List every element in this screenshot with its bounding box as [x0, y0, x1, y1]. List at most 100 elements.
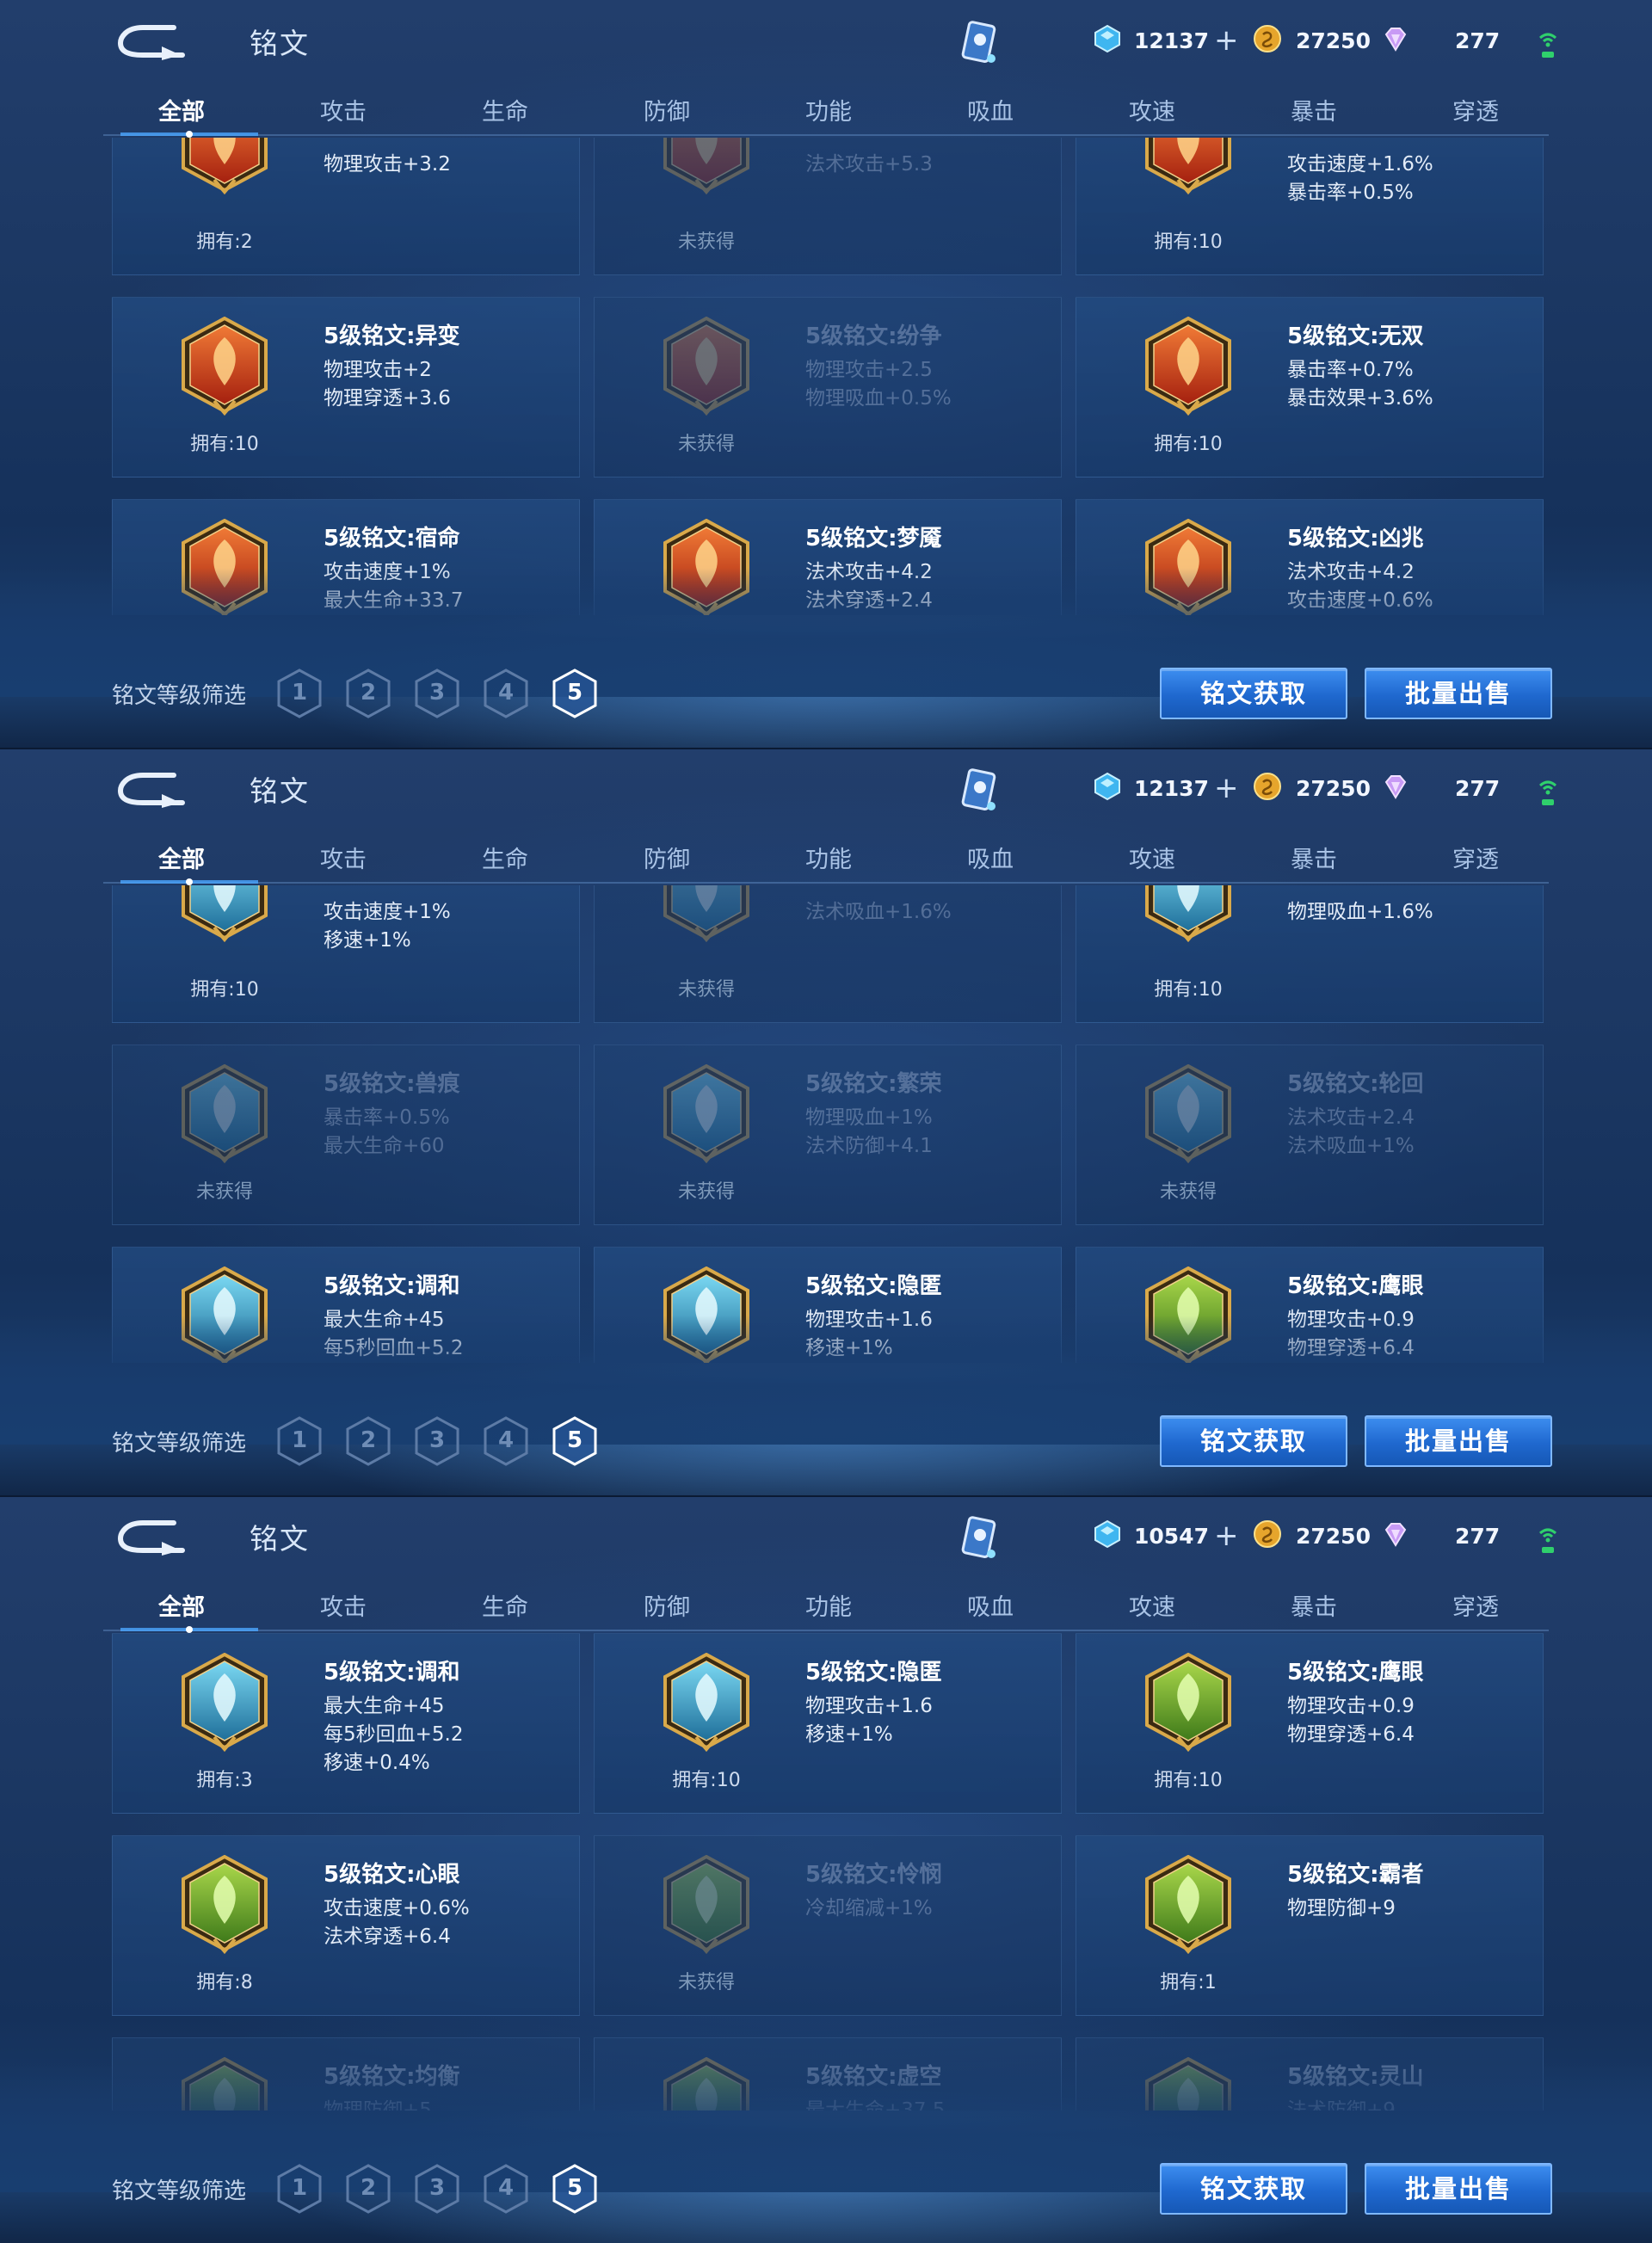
rune-name: 5级铭文:灵山 — [1287, 2064, 1424, 2090]
purple-diamond-icon — [1381, 24, 1410, 57]
rune-tile[interactable]: 5级铭文:怜悯 冷却缩减+1% 未获得 — [594, 1835, 1062, 2016]
level-filter-2[interactable]: 2 — [344, 668, 392, 719]
tab-1[interactable]: 攻击 — [287, 841, 399, 874]
tab-4[interactable]: 功能 — [773, 93, 885, 126]
rune-tile[interactable]: 5级铭文:轮回 法术攻击+2.4 法术吸血+1% 未获得 — [1076, 1044, 1544, 1225]
rune-tile[interactable]: 5级铭文:灵山 法术防御+9 — [1076, 2037, 1544, 2111]
bulk-sell-button[interactable]: 批量出售 — [1365, 2163, 1552, 2215]
rune-owned-count: 拥有:10 — [672, 1770, 741, 1791]
bulk-sell-button[interactable]: 批量出售 — [1365, 1415, 1552, 1467]
level-filter-1[interactable]: 1 — [275, 2163, 324, 2215]
rune-emblem-icon — [182, 885, 268, 943]
back-arrow-icon[interactable] — [114, 1516, 186, 1556]
rune-tile[interactable]: 攻击速度+1.6% 暴击率+0.5% 拥有:10 — [1076, 138, 1544, 275]
add-currency-button[interactable]: + — [1214, 1521, 1239, 1550]
get-rune-button[interactable]: 铭文获取 — [1160, 1415, 1347, 1467]
tab-2[interactable]: 生命 — [449, 1588, 561, 1622]
rune-tile[interactable]: 5级铭文:心眼 攻击速度+0.6% 法术穿透+6.4 拥有:8 — [112, 1835, 580, 2016]
add-currency-button[interactable]: + — [1214, 773, 1239, 803]
rune-tile[interactable]: 5级铭文:调和 最大生命+45 每5秒回血+5.2 — [112, 1247, 580, 1363]
add-currency-button[interactable]: + — [1214, 26, 1239, 55]
rune-book-icon[interactable] — [953, 765, 1007, 818]
level-filter-4[interactable]: 4 — [482, 668, 530, 719]
rune-tile[interactable]: 5级铭文:宿命 攻击速度+1% 最大生命+33.7 — [112, 499, 580, 615]
get-rune-button[interactable]: 铭文获取 — [1160, 668, 1347, 719]
tab-5[interactable]: 吸血 — [934, 1588, 1046, 1622]
level-filter-5[interactable]: 5 — [551, 668, 599, 719]
tab-6[interactable]: 攻速 — [1096, 841, 1208, 874]
tab-3[interactable]: 防御 — [611, 1588, 723, 1622]
level-filter-4[interactable]: 4 — [482, 1415, 530, 1467]
gold-coin-counter: 27250 — [1253, 23, 1371, 58]
rune-tile[interactable]: 5级铭文:调和 最大生命+45 每5秒回血+5.2 移速+0.4% 拥有:3 — [112, 1633, 580, 1814]
level-filter-1[interactable]: 1 — [275, 668, 324, 719]
back-arrow-icon[interactable] — [114, 768, 186, 808]
rune-tile[interactable]: 5级铭文:隐匿 物理攻击+1.6 移速+1% 拥有:10 — [594, 1633, 1062, 1814]
tab-8[interactable]: 穿透 — [1420, 1588, 1532, 1622]
rune-tile[interactable]: 5级铭文:隐匿 物理攻击+1.6 移速+1% — [594, 1247, 1062, 1363]
rune-tile[interactable]: 法术吸血+1.6% 未获得 — [594, 885, 1062, 1023]
tab-0[interactable]: 全部 — [126, 93, 237, 126]
tab-7[interactable]: 暴击 — [1258, 1588, 1370, 1622]
rune-tile[interactable]: 法术攻击+5.3 未获得 — [594, 138, 1062, 275]
back-arrow-icon[interactable] — [114, 21, 186, 60]
tab-5[interactable]: 吸血 — [934, 93, 1046, 126]
get-rune-button[interactable]: 铭文获取 — [1160, 2163, 1347, 2215]
rune-owned-count: 拥有:1 — [1160, 1972, 1217, 1993]
rune-tile[interactable]: 5级铭文:繁荣 物理吸血+1% 法术防御+4.1 未获得 — [594, 1044, 1062, 1225]
rune-tile[interactable]: 5级铭文:梦魇 法术攻击+4.2 法术穿透+2.4 — [594, 499, 1062, 615]
rune-tile[interactable]: 5级铭文:兽痕 暴击率+0.5% 最大生命+60 未获得 — [112, 1044, 580, 1225]
rune-tile[interactable]: 5级铭文:无双 暴击率+0.7% 暴击效果+3.6% 拥有:10 — [1076, 297, 1544, 478]
rune-tile[interactable]: 攻击速度+1% 移速+1% 拥有:10 — [112, 885, 580, 1023]
rune-tile[interactable]: 5级铭文:凶兆 法术攻击+4.2 攻击速度+0.6% — [1076, 499, 1544, 615]
level-filter-2[interactable]: 2 — [344, 1415, 392, 1467]
tab-4[interactable]: 功能 — [773, 1588, 885, 1622]
rune-emblem-icon — [182, 2057, 268, 2111]
rune-tile[interactable]: 物理吸血+1.6% 拥有:10 — [1076, 885, 1544, 1023]
rune-attribute: 最大生命+37.5 — [805, 2099, 946, 2111]
tab-1[interactable]: 攻击 — [287, 93, 399, 126]
rune-attribute: 攻击速度+1.6% — [1287, 153, 1433, 176]
rune-book-icon[interactable] — [953, 1513, 1007, 1566]
tab-7[interactable]: 暴击 — [1258, 841, 1370, 874]
level-filter-3[interactable]: 3 — [413, 1415, 461, 1467]
level-filter-3[interactable]: 3 — [413, 2163, 461, 2215]
tab-2[interactable]: 生命 — [449, 841, 561, 874]
rune-emblem-icon — [663, 2057, 749, 2111]
tab-7[interactable]: 暴击 — [1258, 93, 1370, 126]
rune-attribute: 最大生命+45 — [324, 1695, 445, 1717]
rune-tile[interactable]: 5级铭文:霸者 物理防御+9 拥有:1 — [1076, 1835, 1544, 2016]
tab-4[interactable]: 功能 — [773, 841, 885, 874]
tab-8[interactable]: 穿透 — [1420, 93, 1532, 126]
level-filter-5[interactable]: 5 — [551, 2163, 599, 2215]
rune-tile[interactable]: 5级铭文:虚空 最大生命+37.5 — [594, 2037, 1062, 2111]
level-filter-4[interactable]: 4 — [482, 2163, 530, 2215]
tab-5[interactable]: 吸血 — [934, 841, 1046, 874]
tab-3[interactable]: 防御 — [611, 841, 723, 874]
rune-tile[interactable]: 5级铭文:异变 物理攻击+2 物理穿透+3.6 拥有:10 — [112, 297, 580, 478]
tab-1[interactable]: 攻击 — [287, 1588, 399, 1622]
tab-2[interactable]: 生命 — [449, 93, 561, 126]
tab-6[interactable]: 攻速 — [1096, 1588, 1208, 1622]
rune-owned-count: 拥有:10 — [1154, 231, 1223, 253]
rune-tile[interactable]: 5级铭文:纷争 物理攻击+2.5 物理吸血+0.5% 未获得 — [594, 297, 1062, 478]
level-filter-2[interactable]: 2 — [344, 2163, 392, 2215]
level-filter-1[interactable]: 1 — [275, 1415, 324, 1467]
rune-tile[interactable]: 物理攻击+3.2 拥有:2 — [112, 138, 580, 275]
tab-6[interactable]: 攻速 — [1096, 93, 1208, 126]
rune-attribute: 法术攻击+5.3 — [805, 153, 933, 176]
tab-0[interactable]: 全部 — [126, 841, 237, 874]
tab-8[interactable]: 穿透 — [1420, 841, 1532, 874]
bulk-sell-button[interactable]: 批量出售 — [1365, 668, 1552, 719]
rune-tile[interactable]: 5级铭文:鹰眼 物理攻击+0.9 物理穿透+6.4 — [1076, 1247, 1544, 1363]
level-filter-3[interactable]: 3 — [413, 668, 461, 719]
tab-3[interactable]: 防御 — [611, 93, 723, 126]
rune-owned-count: 未获得 — [677, 1181, 735, 1203]
rune-tile[interactable]: 5级铭文:鹰眼 物理攻击+0.9 物理穿透+6.4 拥有:10 — [1076, 1633, 1544, 1814]
level-filter-5[interactable]: 5 — [551, 1415, 599, 1467]
tab-0[interactable]: 全部 — [126, 1588, 237, 1622]
rune-name: 5级铭文:轮回 — [1287, 1071, 1424, 1097]
rune-tile[interactable]: 5级铭文:均衡 物理防御+5 — [112, 2037, 580, 2111]
rune-book-icon[interactable] — [953, 17, 1007, 71]
bottom-bar: 铭文等级筛选 1 2 3 4 5 铭文获取 批量出售 — [0, 2149, 1652, 2227]
